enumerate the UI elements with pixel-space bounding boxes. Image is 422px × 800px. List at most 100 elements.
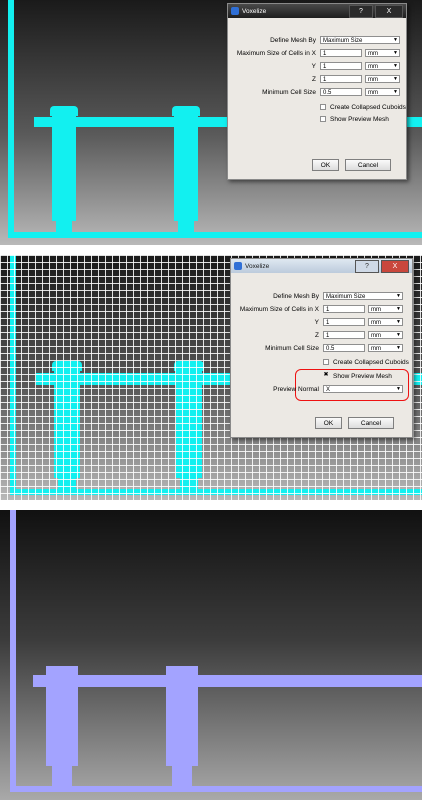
unit-select-z[interactable]: mm ▼ bbox=[365, 75, 400, 83]
max-size-x-row: Maximum Size of Cells in X 1 mm ▼ bbox=[228, 49, 406, 58]
voxel-column-right bbox=[166, 666, 198, 766]
show-preview-checkbox[interactable]: ✖ bbox=[323, 372, 329, 379]
define-mesh-row: Define Mesh By Maximum Size ▼ bbox=[228, 36, 406, 45]
define-mesh-value: Maximum Size bbox=[323, 38, 363, 44]
chevron-down-icon: ▼ bbox=[396, 386, 401, 392]
close-button[interactable]: X bbox=[381, 260, 409, 273]
voxelize-app-icon bbox=[231, 7, 239, 15]
max-size-y-input[interactable]: 1 bbox=[323, 318, 365, 326]
voxelize-dialog: Voxelize ? X Define Mesh By Maximum Size… bbox=[227, 3, 407, 180]
max-size-x-input[interactable]: 1 bbox=[323, 305, 365, 313]
voxel-column-right-foot bbox=[172, 764, 192, 786]
z-label: Z bbox=[315, 332, 319, 339]
max-size-z-input[interactable]: 1 bbox=[320, 75, 362, 83]
unit-value: mm bbox=[371, 346, 381, 352]
viewport-panel-1: Voxelize ? X Define Mesh By Maximum Size… bbox=[0, 0, 422, 245]
column-right-body bbox=[174, 113, 198, 221]
max-size-x-label: Maximum Size of Cells in X bbox=[239, 306, 319, 313]
voxelize-app-icon bbox=[234, 262, 242, 270]
ok-button[interactable]: OK bbox=[312, 159, 339, 171]
chevron-down-icon: ▼ bbox=[393, 76, 398, 82]
voxel-horizontal-beam bbox=[33, 675, 422, 687]
chevron-down-icon: ▼ bbox=[393, 50, 398, 56]
min-cell-input[interactable]: 0.5 bbox=[323, 344, 365, 352]
min-cell-input[interactable]: 0.5 bbox=[320, 88, 362, 96]
min-cell-row: Minimum Cell Size 0.5 mm ▼ bbox=[228, 88, 406, 97]
unit-value: mm bbox=[368, 77, 378, 83]
define-mesh-select[interactable]: Maximum Size ▼ bbox=[320, 36, 400, 44]
voxel-frame-left-edge bbox=[10, 510, 16, 792]
max-size-x-row: Maximum Size of Cells in X 1 mm ▼ bbox=[231, 305, 412, 314]
max-size-x-input[interactable]: 1 bbox=[320, 49, 362, 57]
voxel-column-left-foot bbox=[52, 764, 72, 786]
max-size-z-row: Z 1 mm ▼ bbox=[228, 75, 406, 84]
max-size-y-row: Y 1 mm ▼ bbox=[228, 62, 406, 71]
column-left-foot bbox=[56, 219, 72, 233]
chevron-down-icon: ▼ bbox=[396, 319, 401, 325]
voxel-column-left bbox=[46, 666, 78, 766]
chevron-down-icon: ▼ bbox=[396, 345, 401, 351]
max-size-z-input[interactable]: 1 bbox=[323, 331, 365, 339]
chevron-down-icon: ▼ bbox=[396, 332, 401, 338]
dialog-title: Voxelize bbox=[245, 262, 270, 270]
create-collapsed-checkbox[interactable] bbox=[320, 104, 326, 110]
dialog-title: Voxelize bbox=[242, 7, 267, 15]
preview-normal-label: Preview Normal bbox=[273, 386, 319, 393]
help-button[interactable]: ? bbox=[355, 260, 379, 273]
show-preview-label: Show Preview Mesh bbox=[330, 116, 389, 123]
z-label: Z bbox=[312, 76, 316, 83]
define-mesh-select[interactable]: Maximum Size ▼ bbox=[323, 292, 403, 300]
unit-select-x[interactable]: mm ▼ bbox=[368, 305, 403, 313]
preview-normal-row: Preview Normal X ▼ bbox=[231, 385, 412, 394]
column-right-foot bbox=[178, 219, 194, 233]
help-button[interactable]: ? bbox=[349, 5, 373, 18]
max-size-y-row: Y 1 mm ▼ bbox=[231, 318, 412, 327]
chevron-down-icon: ▼ bbox=[396, 293, 401, 299]
min-cell-label: Minimum Cell Size bbox=[265, 345, 319, 352]
dialog-titlebar: Voxelize ? X bbox=[228, 4, 406, 18]
cancel-button[interactable]: Cancel bbox=[348, 417, 394, 429]
create-collapsed-label: Create Collapsed Cuboids bbox=[330, 104, 406, 111]
unit-value: mm bbox=[371, 333, 381, 339]
viewport-panel-2: Voxelize ? X Define Mesh By Maximum Size… bbox=[0, 255, 422, 500]
column-left-body bbox=[52, 113, 76, 221]
voxelize-dialog: Voxelize ? X Define Mesh By Maximum Size… bbox=[230, 258, 413, 438]
unit-select-z[interactable]: mm ▼ bbox=[368, 331, 403, 339]
y-label: Y bbox=[311, 63, 316, 70]
define-mesh-label: Define Mesh By bbox=[273, 293, 319, 300]
unit-value: mm bbox=[368, 64, 378, 70]
unit-value: mm bbox=[371, 307, 381, 313]
chevron-down-icon: ▼ bbox=[393, 37, 398, 43]
show-preview-checkbox[interactable] bbox=[320, 116, 326, 122]
define-mesh-label: Define Mesh By bbox=[270, 37, 316, 44]
unit-select-y[interactable]: mm ▼ bbox=[368, 318, 403, 326]
unit-select-min[interactable]: mm ▼ bbox=[365, 88, 400, 96]
chevron-down-icon: ▼ bbox=[396, 306, 401, 312]
cancel-button[interactable]: Cancel bbox=[345, 159, 391, 171]
preview-normal-value: X bbox=[326, 387, 331, 393]
show-preview-label: Show Preview Mesh bbox=[333, 373, 392, 380]
chevron-down-icon: ▼ bbox=[393, 89, 398, 95]
max-size-z-row: Z 1 mm ▼ bbox=[231, 331, 412, 340]
ok-button[interactable]: OK bbox=[315, 417, 342, 429]
unit-select-x[interactable]: mm ▼ bbox=[365, 49, 400, 57]
create-collapsed-label: Create Collapsed Cuboids bbox=[333, 359, 409, 366]
unit-value: mm bbox=[368, 90, 378, 96]
viewport-panel-3 bbox=[0, 510, 422, 800]
define-mesh-row: Define Mesh By Maximum Size ▼ bbox=[231, 292, 412, 301]
unit-select-min[interactable]: mm ▼ bbox=[368, 344, 403, 352]
unit-value: mm bbox=[368, 51, 378, 57]
max-size-x-label: Maximum Size of Cells in X bbox=[236, 50, 316, 57]
define-mesh-value: Maximum Size bbox=[326, 294, 366, 300]
max-size-y-input[interactable]: 1 bbox=[320, 62, 362, 70]
chevron-down-icon: ▼ bbox=[393, 63, 398, 69]
y-label: Y bbox=[314, 319, 319, 326]
preview-normal-select[interactable]: X ▼ bbox=[323, 385, 403, 393]
frame-left-edge bbox=[8, 0, 14, 238]
voxel-frame-bottom-edge bbox=[10, 786, 422, 792]
create-collapsed-checkbox[interactable] bbox=[323, 359, 329, 365]
min-cell-row: Minimum Cell Size 0.5 mm ▼ bbox=[231, 344, 412, 353]
close-button[interactable]: X bbox=[375, 5, 403, 18]
unit-value: mm bbox=[371, 320, 381, 326]
unit-select-y[interactable]: mm ▼ bbox=[365, 62, 400, 70]
